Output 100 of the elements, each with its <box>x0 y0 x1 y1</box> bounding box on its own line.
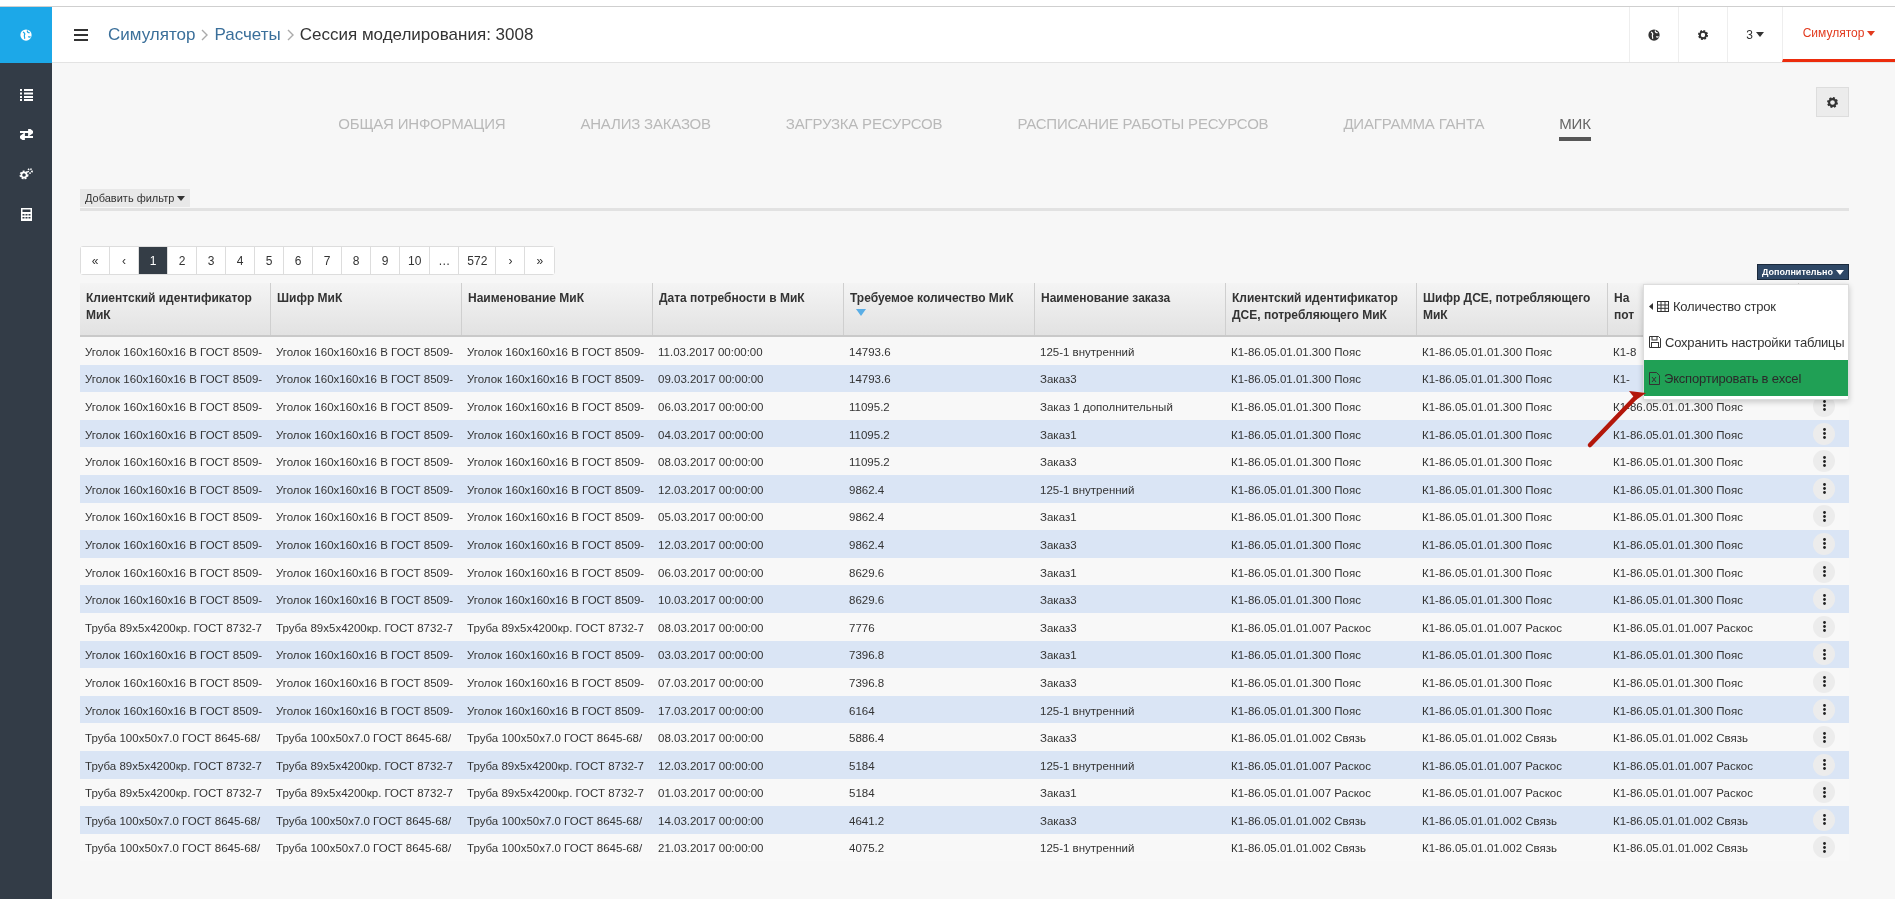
table-cell-text: Уголок 160x160x16 В ГОСТ 8509- <box>466 649 645 662</box>
table-cell-text: Уголок 160x160x16 В ГОСТ 8509- <box>275 401 454 413</box>
table-cell-text: Уголок 160x160x16 В ГОСТ 8509- <box>84 649 263 662</box>
table-cell-text: 7396.8 <box>848 649 885 662</box>
table-cell-text: Заказ3 <box>1039 676 1077 689</box>
table-cell-text: 11095.2 <box>848 428 890 441</box>
table-cell-text: 03.03.2017 00:00:00 <box>657 649 764 662</box>
table-cell-text: К1-86.05.01.01.002 Связь <box>1612 814 1749 827</box>
table-cell-text: 8629.6 <box>848 566 885 579</box>
table-cell-text: Труба 89x5x4200кр. ГОСТ 8732-7 <box>466 759 644 772</box>
table-cell-text: Уголок 160x160x16 В ГОСТ 8509- <box>275 511 454 524</box>
table-cell-text: Уголок 160x160x16 В ГОСТ 8509- <box>275 676 454 689</box>
table-cell-text: К1-86.05.01.01.300 Пояс <box>1421 566 1552 579</box>
table-cell-text: Труба 89x5x4200кр. ГОСТ 8732-7 <box>466 621 644 634</box>
table-cell-text: Заказ1 <box>1039 428 1077 441</box>
table-cell-text: Труба 100x50x7.0 ГОСТ 8645-68/ <box>275 732 452 745</box>
table-cell-text: К1-86.05.01.01.300 Пояс <box>1230 566 1361 579</box>
table-cell-text: Заказ3 <box>1039 814 1077 827</box>
table-cell-text: Уголок 160x160x16 В ГОСТ 8509- <box>466 456 645 469</box>
table-cell-text: Труба 89x5x4200кр. ГОСТ 8732-7 <box>84 787 262 800</box>
table-cell-text: К1-86.05.01.01.300 Пояс <box>1421 428 1552 441</box>
table-cell-text: К1-86.05.01.01.002 Связь <box>1421 842 1558 855</box>
table-cell-text: К1-86.05.01.01.002 Связь <box>1612 732 1749 745</box>
table-cell-text: Труба 89x5x4200кр. ГОСТ 8732-7 <box>84 759 262 772</box>
table-cell-text: К1-86.05.01.01.002 Связь <box>1421 732 1558 745</box>
table-cell-text: Уголок 160x160x16 В ГОСТ 8509- <box>84 456 263 469</box>
table-cell-text: 7776 <box>848 621 875 634</box>
table-cell-text: Уголок 160x160x16 В ГОСТ 8509- <box>466 538 645 551</box>
table-cell-text: 4075.2 <box>848 842 885 855</box>
table-cell-text: Труба 100x50x7.0 ГОСТ 8645-68/ <box>84 842 261 855</box>
table-cell-text: 14.03.2017 00:00:00 <box>657 814 764 827</box>
table-cell-text: Заказ1 <box>1039 511 1077 524</box>
table-cell-text: 21.03.2017 00:00:00 <box>657 842 764 855</box>
table-cell-text: К1-86.05.01.01.300 Пояс <box>1230 483 1361 496</box>
table-cell-text: К1-86.05.01.01.300 Пояс <box>1230 456 1361 469</box>
table-cell-text: К1-86.05.01.01.007 Раскос <box>1230 621 1371 634</box>
table-cell-text: 06.03.2017 00:00:00 <box>657 566 764 579</box>
table-cell-text: Уголок 160x160x16 В ГОСТ 8509- <box>466 566 645 579</box>
table-cell-text: К1-86.05.01.01.300 Пояс <box>1230 511 1361 524</box>
table-cell-text: 125-1 внутренний <box>1039 704 1135 717</box>
table-cell-text: К1-86.05.01.01.007 Раскос <box>1421 787 1562 800</box>
table-cell-text: 125-1 внутренний <box>1039 842 1135 855</box>
table-cell-text: К1-86.05.01.01.300 Пояс <box>1230 401 1361 413</box>
table-cell-text: К1-86.05.01.01.300 Пояс <box>1421 511 1552 524</box>
table-cell-text: 08.03.2017 00:00:00 <box>657 456 764 469</box>
table-cell-text: К1-86.05.01.01.002 Связь <box>1230 732 1367 745</box>
table-cell-text: Уголок 160x160x16 В ГОСТ 8509- <box>84 594 263 607</box>
table-cell-text: 08.03.2017 00:00:00 <box>657 732 764 745</box>
table-cell-text: К1-86.05.01.01.300 Пояс <box>1421 373 1552 386</box>
table-cell-text: 12.03.2017 00:00:00 <box>657 483 764 496</box>
table-cell-text: К1-86.05.01.01.300 Пояс <box>1421 649 1552 662</box>
table-cell-text: Труба 100x50x7.0 ГОСТ 8645-68/ <box>466 814 643 827</box>
table-cell-text: Труба 89x5x4200кр. ГОСТ 8732-7 <box>275 759 453 772</box>
table-cell-text: 8629.6 <box>848 594 885 607</box>
table-cell-text: Уголок 160x160x16 В ГОСТ 8509- <box>84 428 263 441</box>
table-cell-text: Заказ3 <box>1039 373 1077 386</box>
table-cell-text: Уголок 160x160x16 В ГОСТ 8509- <box>466 345 645 358</box>
table-cell-text: К1-86.05.01.01.300 Пояс <box>1612 676 1743 689</box>
table-cell-text: Уголок 160x160x16 В ГОСТ 8509- <box>275 538 454 551</box>
table-cell-text: К1-86.05.01.01.300 Пояс <box>1230 538 1361 551</box>
table-cell-text: Труба 100x50x7.0 ГОСТ 8645-68/ <box>84 814 261 827</box>
table-cell-text: 11095.2 <box>848 401 890 413</box>
table-cell-text: Заказ3 <box>1039 538 1077 551</box>
table-cell-text: К1-86.05.01.01.300 Пояс <box>1612 594 1743 607</box>
table-cell-text: К1- <box>1612 373 1630 386</box>
table-cell-text: К1-86.05.01.01.300 Пояс <box>1421 456 1552 469</box>
table-cell-text: Уголок 160x160x16 В ГОСТ 8509- <box>275 373 454 386</box>
table-cell-text: К1-86.05.01.01.007 Раскос <box>1421 759 1562 772</box>
table-cell-text: Уголок 160x160x16 В ГОСТ 8509- <box>275 649 454 662</box>
table-cell-text: К1-86.05.01.01.300 Пояс <box>1421 483 1552 496</box>
table-cell-text: К1-86.05.01.01.002 Связь <box>1230 842 1367 855</box>
table-cell-text: 14793.6 <box>848 345 891 358</box>
table-cell-text: К1-86.05.01.01.300 Пояс <box>1612 428 1743 441</box>
table-cell-text: Заказ1 <box>1039 566 1077 579</box>
table-cell-text: Труба 89x5x4200кр. ГОСТ 8732-7 <box>466 787 644 800</box>
table-cell-text: Заказ1 <box>1039 787 1077 800</box>
table-cell-text: Уголок 160x160x16 В ГОСТ 8509- <box>275 428 454 441</box>
table-cell-text: 17.03.2017 00:00:00 <box>657 704 764 717</box>
table-cell-text: Труба 89x5x4200кр. ГОСТ 8732-7 <box>275 787 453 800</box>
table-cell-text: К1-86.05.01.01.300 Пояс <box>1230 676 1361 689</box>
table-cell-text: К1-86.05.01.01.300 Пояс <box>1421 676 1552 689</box>
table-cell-text: К1-86.05.01.01.300 Пояс <box>1230 373 1361 386</box>
table-cell-text: Заказ3 <box>1039 732 1077 745</box>
table-cell-text: К1-86.05.01.01.007 Раскос <box>1612 787 1753 800</box>
table-cell-text: Уголок 160x160x16 В ГОСТ 8509- <box>466 428 645 441</box>
table-cell-text: Труба 100x50x7.0 ГОСТ 8645-68/ <box>275 814 452 827</box>
table-cell-text: Труба 89x5x4200кр. ГОСТ 8732-7 <box>275 621 453 634</box>
table-cell-text: К1-86.05.01.01.300 Пояс <box>1612 566 1743 579</box>
table-cell-text: 06.03.2017 00:00:00 <box>657 401 764 413</box>
table-cell-text: Уголок 160x160x16 В ГОСТ 8509- <box>466 373 645 386</box>
table-cell-text: Уголок 160x160x16 В ГОСТ 8509- <box>84 704 263 717</box>
table-cell-text: Труба 100x50x7.0 ГОСТ 8645-68/ <box>275 842 452 855</box>
table-cell-text: 125-1 внутренний <box>1039 759 1135 772</box>
table-cell-text: 09.03.2017 00:00:00 <box>657 373 764 386</box>
table-cell-text: К1-86.05.01.01.007 Раскос <box>1612 759 1753 772</box>
table-cell-text: Уголок 160x160x16 В ГОСТ 8509- <box>466 401 645 413</box>
table-cell-text: 5886.4 <box>848 732 885 745</box>
table-cell-text: 08.03.2017 00:00:00 <box>657 621 764 634</box>
table-cell-text: Уголок 160x160x16 В ГОСТ 8509- <box>84 345 263 358</box>
table-cell-text: К1-86.05.01.01.007 Раскос <box>1230 759 1371 772</box>
